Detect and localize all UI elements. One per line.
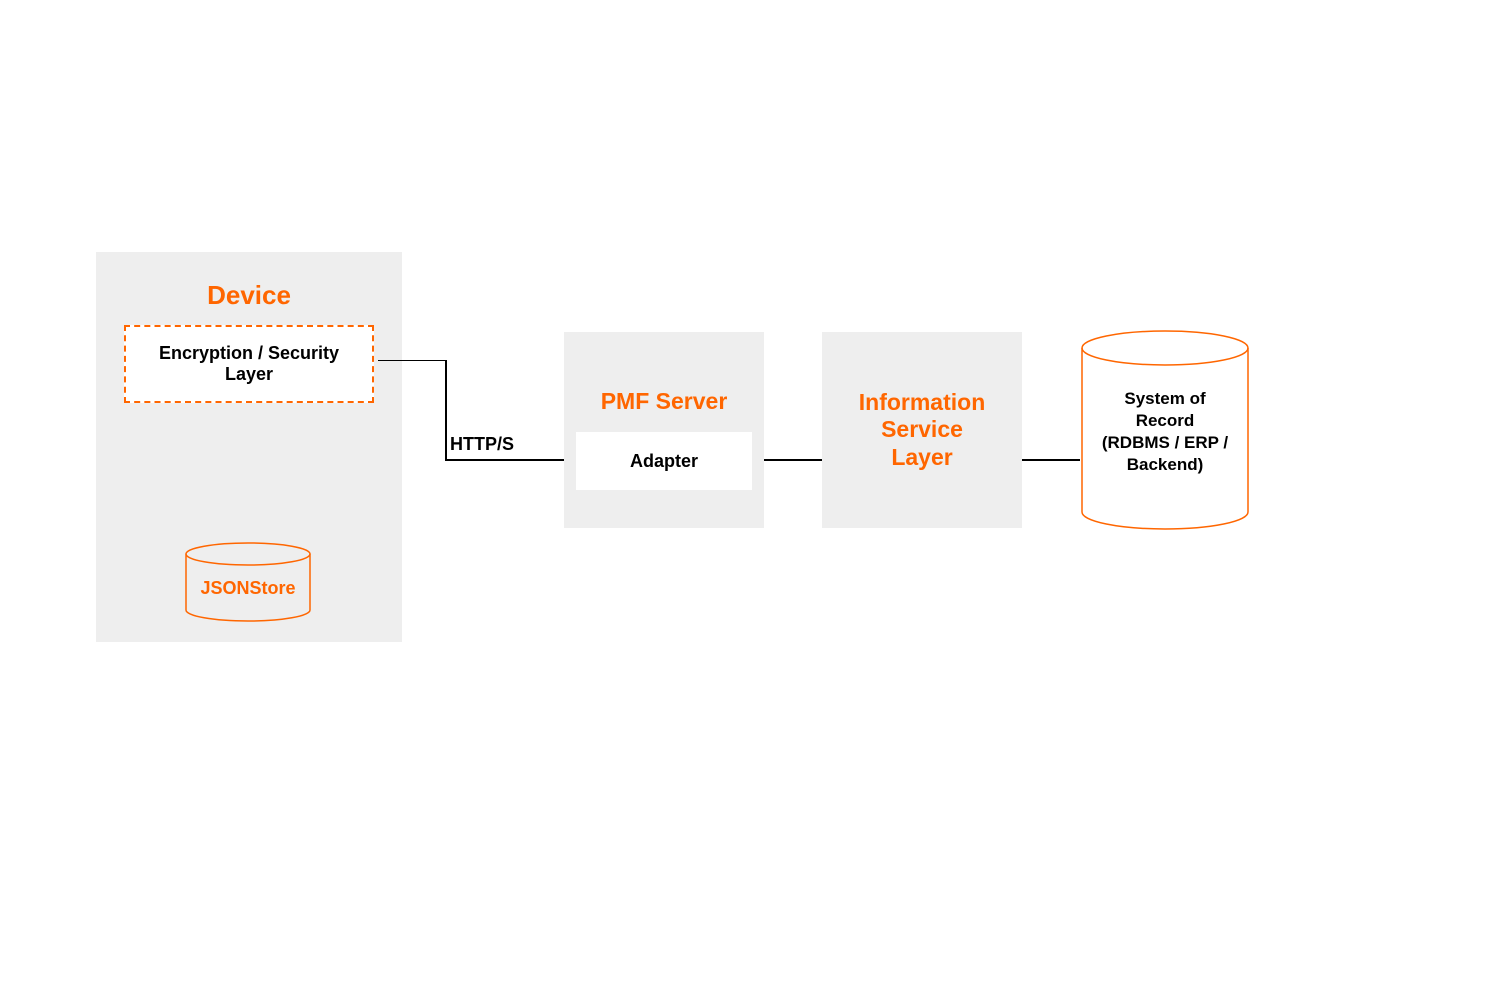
pmf-server-title: PMF Server: [564, 332, 764, 415]
system-record-line4: Backend): [1080, 454, 1250, 476]
device-box: Device PMF App WLJSONStore API Encryptio…: [96, 252, 402, 642]
jsonstore-label: JSONStore: [184, 578, 312, 599]
adapter-label: Adapter: [630, 451, 698, 472]
connector-info-system: [1022, 459, 1080, 461]
encryption-layer-label: Encryption / Security Layer: [126, 343, 372, 385]
device-title: Device: [96, 252, 402, 311]
architecture-diagram: Device PMF App WLJSONStore API Encryptio…: [0, 0, 1500, 1000]
system-record-line3: (RDBMS / ERP /: [1080, 432, 1250, 454]
connector-server-info: [764, 459, 822, 461]
pmf-server-box: PMF Server Adapter: [564, 332, 764, 528]
jsonstore-cylinder: JSONStore: [184, 542, 312, 622]
system-record-line2: Record: [1080, 410, 1250, 432]
encryption-layer-box: Encryption / Security Layer: [124, 325, 374, 403]
http-label: HTTP/S: [450, 434, 514, 455]
system-of-record-cylinder: System of Record (RDBMS / ERP / Backend): [1080, 330, 1250, 530]
info-service-title-3: Layer: [891, 444, 952, 472]
info-service-title-2: Service: [881, 416, 963, 444]
adapter-box: Adapter: [576, 432, 752, 490]
system-record-line1: System of: [1080, 388, 1250, 410]
info-service-box: Information Service Layer: [822, 332, 1022, 528]
info-service-title-1: Information: [859, 389, 986, 417]
